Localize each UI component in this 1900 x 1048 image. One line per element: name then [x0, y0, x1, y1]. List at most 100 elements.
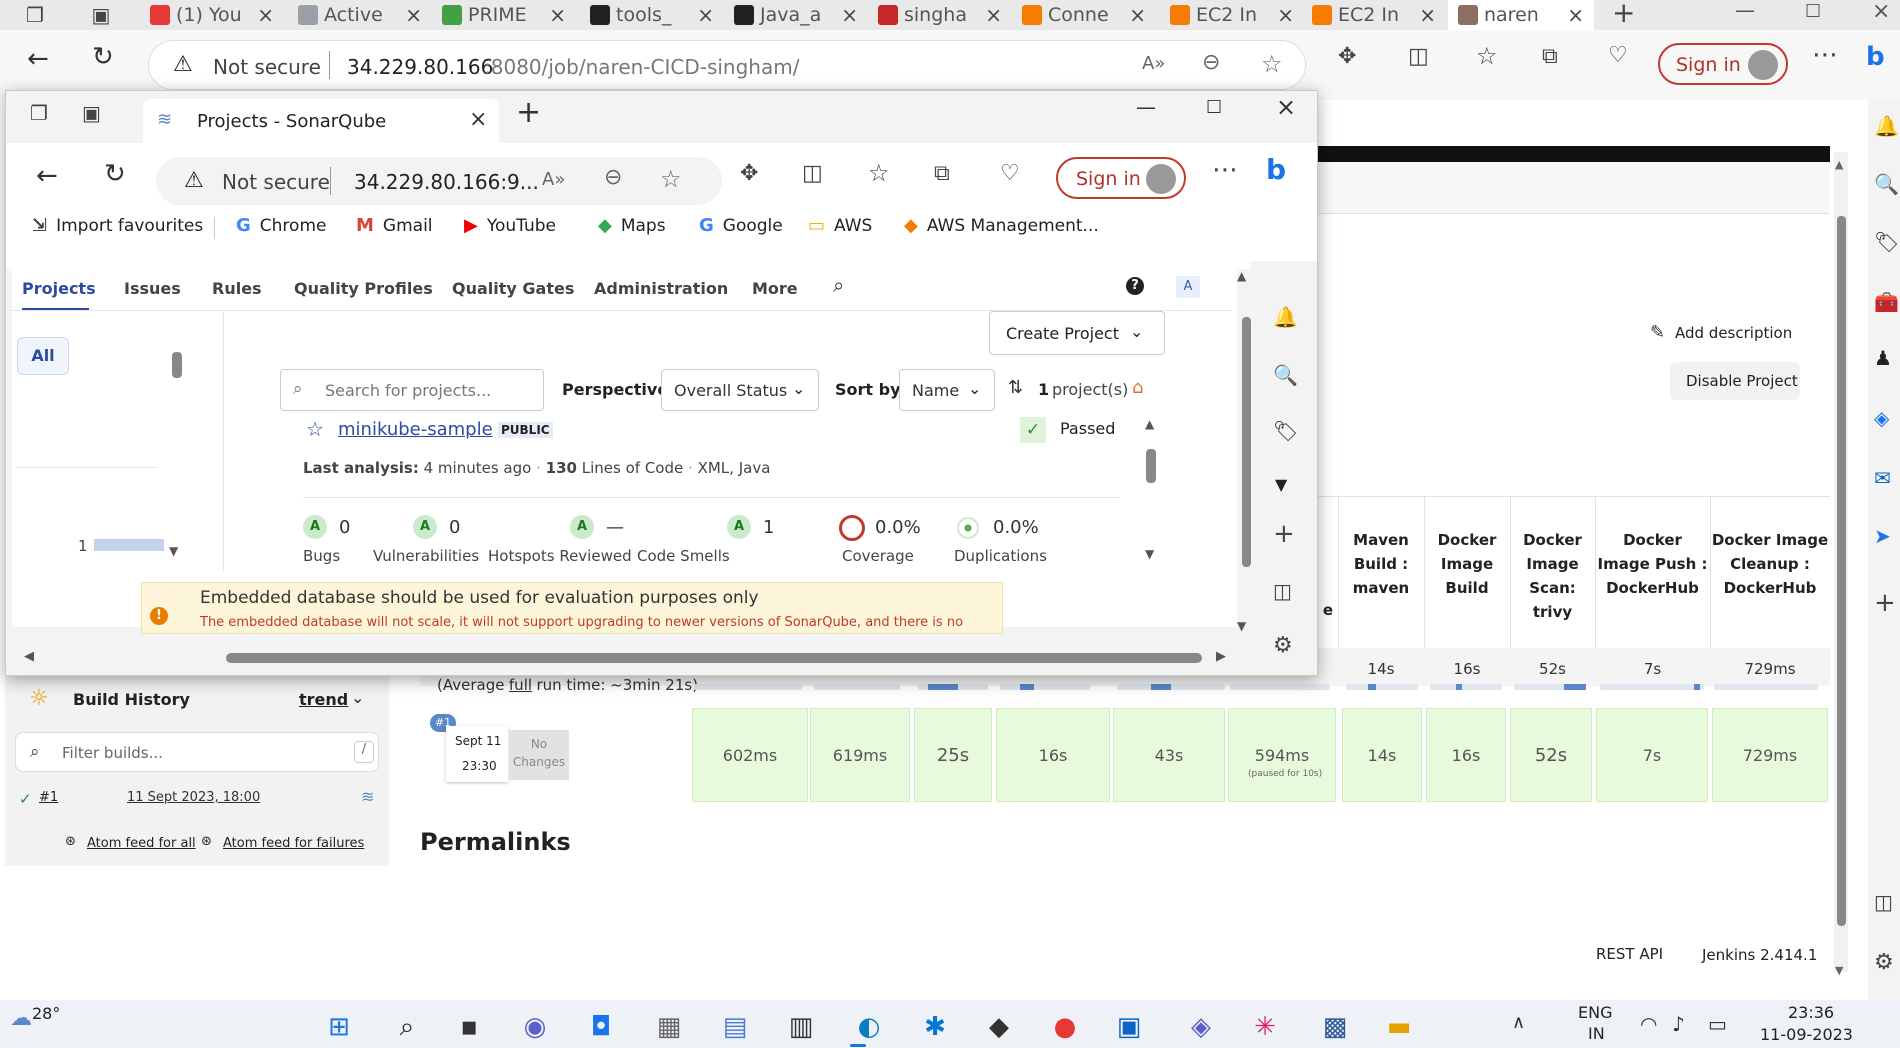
nav-issues[interactable]: Issues [124, 279, 181, 298]
back-icon[interactable]: ← [36, 161, 58, 191]
close-tab-icon[interactable]: × [985, 3, 1002, 27]
taskbar-app-icon[interactable]: ◘ [584, 1010, 618, 1044]
shopping-tag-icon[interactable]: 🏷 [1874, 230, 1899, 254]
more-menu-icon[interactable]: ⋯ [1212, 155, 1238, 185]
outer-tab[interactable]: EC2 In × [1160, 0, 1304, 30]
build-link-date[interactable]: 11 Sept 2023, 18:00 [127, 790, 260, 805]
games-icon[interactable]: ♟ [1874, 346, 1892, 370]
outer-scroll-thumb[interactable] [1837, 216, 1846, 926]
scroll-up-icon[interactable]: ▲ [1145, 417, 1154, 431]
popup-scroll-thumb[interactable] [1242, 317, 1251, 567]
favorite-star-icon[interactable]: ☆ [1261, 50, 1283, 78]
bookmark-item[interactable]: G Google [699, 215, 783, 236]
refresh-icon[interactable]: ↻ [92, 42, 114, 72]
close-tab-icon[interactable]: × [405, 3, 422, 27]
notification-bell-icon[interactable]: 🔔 [1273, 305, 1298, 329]
refresh-icon[interactable]: ↻ [104, 159, 126, 189]
facet-bar[interactable] [94, 539, 164, 551]
sort-select[interactable]: Name ⌄ [899, 369, 995, 411]
scroll-down-icon[interactable]: ▼ [1835, 964, 1843, 977]
extensions-icon[interactable]: ✥ [740, 161, 758, 186]
new-tab-icon[interactable]: + [516, 95, 541, 130]
tab-actions-icon[interactable]: ▣ [82, 101, 101, 125]
taskbar-app-icon[interactable]: ✳ [1248, 1010, 1282, 1044]
favorites-icon[interactable]: ☆ [868, 159, 890, 187]
taskbar-app-icon[interactable]: ⌕ [390, 1010, 424, 1044]
close-window-icon[interactable]: × [1872, 0, 1890, 24]
taskbar-app-icon[interactable]: ◐ [852, 1010, 886, 1044]
rest-api-link[interactable]: REST API [1596, 945, 1663, 963]
add-sidebar-icon[interactable]: + [1273, 519, 1295, 549]
outer-scrollbar[interactable]: ▲ ▼ [1834, 152, 1848, 977]
m365-icon[interactable]: ◈ [1874, 406, 1889, 430]
taskbar-app-icon[interactable]: ◉ [518, 1010, 552, 1044]
bookmark-item[interactable]: M Gmail [356, 215, 433, 236]
close-tab-icon[interactable]: × [1277, 3, 1294, 27]
favorites-icon[interactable]: ☆ [1476, 42, 1498, 70]
browser-health-icon[interactable]: ♡ [1000, 161, 1020, 186]
close-tab-icon[interactable]: × [1129, 3, 1146, 27]
read-aloud-icon[interactable]: A» [1142, 53, 1165, 74]
outer-tab[interactable]: Java_a × [724, 0, 868, 30]
outer-tab[interactable]: (1) You × [140, 0, 284, 30]
notification-bell-icon[interactable]: 🔔 [1874, 114, 1899, 138]
scroll-right-icon[interactable]: ▶ [1216, 649, 1226, 664]
outer-url-field[interactable]: ⚠ Not secure 34.229.80.166 :8080/job/nar… [148, 40, 1306, 90]
create-project-button[interactable]: Create Project ⌄ [989, 311, 1165, 355]
browser-health-icon[interactable]: ♡ [1608, 43, 1628, 68]
scroll-down-icon[interactable]: ▼ [169, 544, 178, 558]
clock-date[interactable]: 11-09-2023 [1760, 1025, 1853, 1044]
popup-hscrollbar[interactable]: ◀ ▶ [20, 649, 1236, 667]
scroll-up-icon[interactable]: ▲ [1835, 158, 1843, 171]
favorite-star-icon[interactable]: ☆ [660, 165, 682, 193]
close-tab-icon[interactable]: × [469, 107, 487, 132]
stage-cell[interactable]: 14s [1342, 708, 1422, 802]
stage-cell[interactable]: 594ms [1228, 708, 1336, 802]
minimize-icon[interactable]: — [1136, 95, 1156, 119]
filter-all-button[interactable]: All [17, 337, 69, 375]
project-name-link[interactable]: minikube-sample [338, 419, 493, 440]
taskbar-app-icon[interactable]: ▤ [718, 1010, 752, 1044]
stage-cell[interactable]: 619ms [810, 708, 910, 802]
wifi-icon[interactable]: ◠ [1640, 1012, 1657, 1036]
atom-fail-link[interactable]: Atom feed for failures [223, 836, 364, 851]
close-tab-icon[interactable]: × [697, 3, 714, 27]
bookmark-item[interactable]: ▶ YouTube [464, 215, 556, 236]
nav-rules[interactable]: Rules [212, 279, 262, 298]
stage-cell[interactable]: 16s [996, 708, 1110, 802]
outer-tab[interactable]: PRIME × [432, 0, 576, 30]
battery-icon[interactable]: ▭ [1708, 1012, 1727, 1036]
sort-direction-icon[interactable]: ⇅ [1008, 377, 1023, 398]
close-tab-icon[interactable]: × [1567, 3, 1584, 27]
outer-sign-in-button[interactable]: Sign in [1658, 43, 1788, 85]
facet-scroll-thumb[interactable] [172, 352, 182, 378]
tray-overflow-icon[interactable]: ∧ [1512, 1012, 1525, 1033]
minimize-icon[interactable]: — [1735, 0, 1755, 22]
filter-builds-input[interactable]: ⌕ Filter builds... / [15, 732, 379, 772]
nav-quality-gates[interactable]: Quality Gates [452, 279, 574, 298]
settings-gear-icon[interactable]: ⚙ [1874, 950, 1894, 975]
bookmark-item[interactable]: ⇲ Import favourites [32, 215, 203, 236]
perspective-select[interactable]: Overall Status ⌄ [661, 369, 819, 411]
stage-cell[interactable]: 43s [1113, 708, 1225, 802]
taskbar-app-icon[interactable]: ▪ [452, 1010, 486, 1044]
taskbar-app-icon[interactable]: ▬ [1382, 1010, 1416, 1044]
stage-cell[interactable]: 16s [1426, 708, 1506, 802]
more-menu-icon[interactable]: ⋯ [1812, 40, 1838, 70]
outer-tab[interactable]: Active × [288, 0, 432, 30]
nav-administration[interactable]: Administration [594, 279, 728, 298]
maximize-icon[interactable]: ☐ [1206, 97, 1222, 118]
popup-active-tab[interactable]: ≋ Projects - SonarQube × [143, 99, 499, 143]
bookmark-item[interactable]: G Chrome [236, 215, 326, 236]
outer-tab[interactable]: EC2 In × [1302, 0, 1446, 30]
scroll-down-icon[interactable]: ▼ [1237, 619, 1246, 633]
zoom-icon[interactable]: ⊖ [604, 165, 622, 190]
disable-project-button[interactable]: Disable Project [1670, 362, 1800, 400]
taskbar-app-icon[interactable]: ◆ [982, 1010, 1016, 1044]
taskbar-app-icon[interactable]: ⊞ [322, 1010, 356, 1044]
project-search-input[interactable]: ⌕ Search for projects... [280, 369, 544, 411]
collections-icon[interactable]: ⧉ [934, 161, 950, 186]
stage-cell[interactable]: 52s [1510, 708, 1592, 802]
jenkins-version[interactable]: Jenkins 2.414.1 [1702, 946, 1817, 964]
tools-icon[interactable]: 🧰 [1874, 290, 1899, 314]
